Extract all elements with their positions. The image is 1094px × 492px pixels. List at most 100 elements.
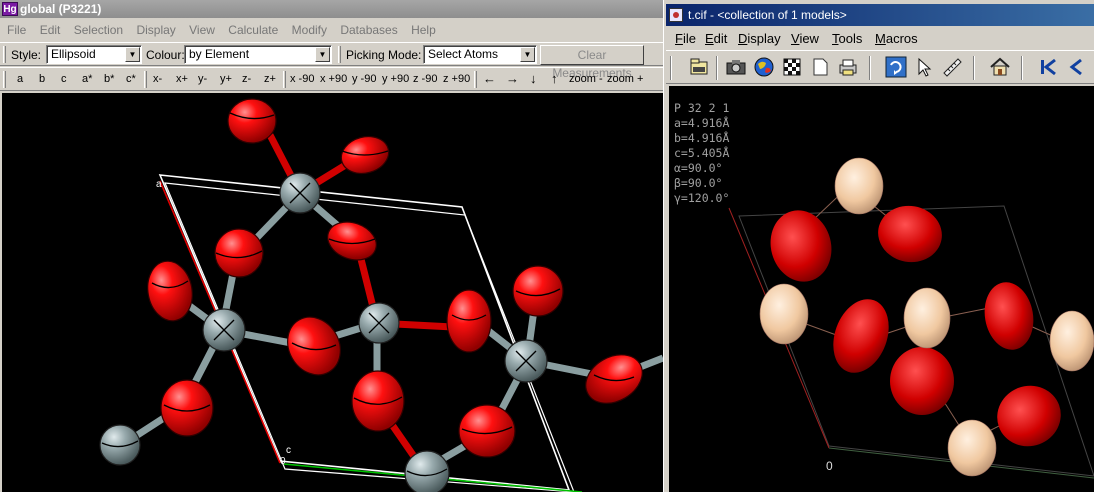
colour-label: Colour: xyxy=(146,48,185,62)
right-title-bar[interactable]: t.cif - <collection of 1 models> xyxy=(666,4,1094,26)
rotate-y-plus-90-button[interactable]: y +90 xyxy=(382,73,409,85)
right-menu-tools[interactable]: Tools xyxy=(832,28,862,50)
right-window-title: t.cif - <collection of 1 models> xyxy=(688,8,847,22)
picking-mode-value: Select Atoms xyxy=(428,47,499,61)
right-menu-display[interactable]: Display xyxy=(738,28,781,50)
picking-mode-label: Picking Mode: xyxy=(346,48,422,62)
colour-select-value: by Element xyxy=(189,47,250,61)
picking-mode-select[interactable]: Select Atoms ▼ xyxy=(423,45,537,64)
jmol-window: t.cif - <collection of 1 models> File Ed… xyxy=(666,0,1094,492)
view-c-star-button[interactable]: c* xyxy=(126,73,136,85)
cell-a-label: a=4.916Å xyxy=(674,116,730,130)
home-icon[interactable] xyxy=(987,54,1013,80)
right-menu-bar: File Edit Display View Tools Macros xyxy=(666,28,1094,50)
left-menu-databases[interactable]: Databases xyxy=(340,23,397,37)
toolbar-grip[interactable] xyxy=(474,71,477,88)
toolbar-separator xyxy=(1021,56,1023,80)
zoom-out-button[interactable]: zoom - xyxy=(569,73,603,85)
right-menu-macros[interactable]: Macros xyxy=(875,28,918,50)
view-x-minus-button[interactable]: x- xyxy=(153,73,162,85)
view-a-star-button[interactable]: a* xyxy=(82,73,92,85)
left-menu-selection[interactable]: Selection xyxy=(74,23,123,37)
origin-label: 0 xyxy=(826,459,833,473)
chevron-down-icon[interactable]: ▼ xyxy=(520,47,535,62)
view-a-button[interactable]: a xyxy=(17,73,23,85)
view-y-minus-button[interactable]: y- xyxy=(198,73,207,85)
first-frame-icon[interactable] xyxy=(1035,54,1061,80)
globe-icon[interactable] xyxy=(751,54,777,80)
view-y-plus-button[interactable]: y+ xyxy=(220,73,232,85)
toolbar-grip[interactable] xyxy=(3,46,6,63)
rotate-z-plus-90-button[interactable]: z +90 xyxy=(443,73,470,85)
arrow-up-icon[interactable]: ↑ xyxy=(551,71,558,86)
axis-label-origin: 0 xyxy=(280,456,286,467)
display-toolbar: Style: Ellipsoid ▼ Colour: by Element ▼ … xyxy=(0,42,663,80)
rotate-x-plus-90-button[interactable]: x +90 xyxy=(320,73,347,85)
chevron-down-icon[interactable]: ▼ xyxy=(125,47,140,62)
right-menu-file[interactable]: File xyxy=(675,28,696,50)
arrow-left-icon[interactable]: ← xyxy=(483,71,496,86)
view-c-button[interactable]: c xyxy=(61,73,67,85)
open-icon[interactable] xyxy=(686,54,712,80)
rotate-x-minus-90-button[interactable]: x -90 xyxy=(290,73,314,85)
mercury-app-icon: Hg xyxy=(2,2,18,16)
left-menu-bar: File Edit Selection Display View Calcula… xyxy=(0,20,663,40)
rotate-y-minus-90-button[interactable]: y -90 xyxy=(352,73,376,85)
jmol-viewport[interactable]: P 32 2 1 a=4.916Å b=4.916Å c=5.405Å α=90.0° β… xyxy=(669,86,1094,492)
checker-icon[interactable] xyxy=(779,54,805,80)
toolbar-separator xyxy=(716,56,718,80)
left-menu-file[interactable]: File xyxy=(7,23,26,37)
jmol-toolbar xyxy=(666,50,1094,84)
cell-b-label: b=4.916Å xyxy=(674,131,730,145)
left-menu-help[interactable]: Help xyxy=(411,23,436,37)
previous-frame-icon[interactable] xyxy=(1063,54,1089,80)
view-x-plus-button[interactable]: x+ xyxy=(176,73,188,85)
arrow-down-icon[interactable]: ↓ xyxy=(530,71,537,86)
toolbar-grip[interactable] xyxy=(144,71,147,88)
colour-select[interactable]: by Element ▼ xyxy=(184,45,332,64)
toolbar-grip[interactable] xyxy=(283,71,286,88)
toolbar-grip[interactable] xyxy=(3,71,6,88)
rotate-icon[interactable] xyxy=(883,54,909,80)
left-menu-view[interactable]: View xyxy=(189,23,215,37)
view-z-plus-button[interactable]: z+ xyxy=(264,73,276,85)
view-z-minus-button[interactable]: z- xyxy=(242,73,251,85)
structure-viewport[interactable]: a c 0 xyxy=(2,93,663,492)
left-window-title: global (P3221) xyxy=(20,2,102,16)
space-group-label: P 32 2 1 xyxy=(674,101,730,115)
toolbar-grip[interactable] xyxy=(338,46,341,63)
right-menu-view[interactable]: View xyxy=(791,28,819,50)
rotate-z-minus-90-button[interactable]: z -90 xyxy=(413,73,437,85)
style-select[interactable]: Ellipsoid ▼ xyxy=(46,45,142,64)
arrow-right-icon[interactable]: → xyxy=(506,71,519,86)
axis-label-a: a xyxy=(156,179,162,190)
jmol-app-icon xyxy=(669,8,683,22)
ruler-icon[interactable] xyxy=(939,54,965,80)
cell-alpha-label: α=90.0° xyxy=(674,161,723,175)
view-b-button[interactable]: b xyxy=(39,73,45,85)
camera-icon[interactable] xyxy=(723,54,749,80)
view-toolbar: a b c a* b* c* x- x+ y- y+ z- z+ x -90 x… xyxy=(0,67,663,91)
toolbar-separator xyxy=(973,56,975,80)
crystal-structure-render[interactable]: a c 0 xyxy=(2,93,663,492)
mercury-window: Hg global (P3221) File Edit Selection Di… xyxy=(0,0,663,492)
print-icon[interactable] xyxy=(835,54,861,80)
left-menu-edit[interactable]: Edit xyxy=(40,23,61,37)
view-b-star-button[interactable]: b* xyxy=(104,73,114,85)
new-document-icon[interactable] xyxy=(807,54,833,80)
left-menu-modify[interactable]: Modify xyxy=(292,23,327,37)
style-label: Style: xyxy=(11,48,42,62)
clear-measurements-button[interactable]: Clear Measurements xyxy=(540,45,644,80)
cell-c-label: c=5.405Å xyxy=(674,146,730,160)
pointer-icon[interactable] xyxy=(911,54,937,80)
axis-label-c: c xyxy=(286,445,291,456)
left-menu-display[interactable]: Display xyxy=(136,23,175,37)
right-menu-edit[interactable]: Edit xyxy=(705,28,727,50)
cell-beta-label: β=90.0° xyxy=(674,176,723,190)
cell-parameters: P 32 2 1 a=4.916Å b=4.916Å c=5.405Å α=90.0° β… xyxy=(674,101,729,206)
left-title-bar[interactable]: Hg global (P3221) xyxy=(0,0,663,18)
left-menu-calculate[interactable]: Calculate xyxy=(228,23,278,37)
chevron-down-icon[interactable]: ▼ xyxy=(315,47,330,62)
jmol-structure-render[interactable] xyxy=(669,86,1094,492)
zoom-in-button[interactable]: zoom + xyxy=(607,73,643,85)
